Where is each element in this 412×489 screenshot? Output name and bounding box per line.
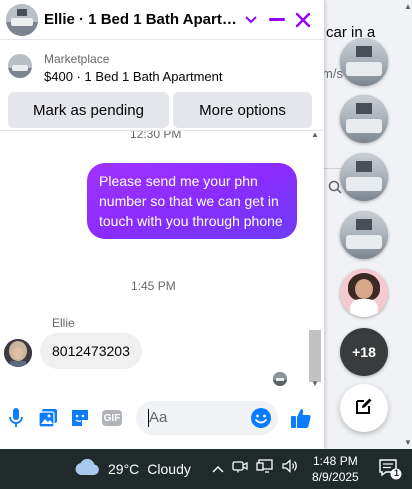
timestamp: 12:30 PM <box>130 130 182 141</box>
mark-as-pending-button[interactable]: Mark as pending <box>8 92 169 128</box>
page-scrollbar[interactable]: ▲ ▼ <box>403 0 412 449</box>
message-thread[interactable]: 12:30 PM Please send me your phn number … <box>0 130 324 388</box>
minimize-icon[interactable] <box>264 7 290 33</box>
seen-indicator-avatar <box>273 372 287 386</box>
message-composer: GIF Aa <box>0 396 324 440</box>
gif-label: GIF <box>102 410 122 426</box>
chat-head-person[interactable] <box>340 269 388 317</box>
chat-avatar[interactable] <box>6 3 38 36</box>
weather-widget[interactable]: 29°C Cloudy <box>74 458 191 479</box>
chat-head-listing-2[interactable] <box>340 95 388 143</box>
system-tray <box>212 459 298 476</box>
scroll-up-arrow-icon[interactable]: ▲ <box>311 130 319 139</box>
chat-head-listing-1[interactable] <box>340 38 388 86</box>
weather-temperature: 29°C <box>108 460 140 477</box>
scroll-down-arrow-icon[interactable]: ▼ <box>404 438 412 447</box>
message-input-placeholder: Aa <box>149 409 168 426</box>
thread-scrollbar[interactable]: ▲ ▼ <box>308 130 322 388</box>
clock-time: 1:48 PM <box>313 454 358 468</box>
compose-icon <box>354 396 374 421</box>
chat-head-listing-3[interactable] <box>340 153 388 201</box>
scrollbar-thumb[interactable] <box>309 330 321 382</box>
message-input[interactable]: Aa <box>136 401 278 435</box>
listing-title: $400 · 1 Bed 1 Bath Apartment <box>44 69 223 84</box>
clock[interactable]: 1:48 PM 8/9/2025 <box>312 453 359 485</box>
scroll-up-arrow-icon[interactable]: ▲ <box>404 2 412 11</box>
network-icon[interactable] <box>256 459 274 476</box>
more-chats-count: +18 <box>352 344 376 360</box>
camera-icon[interactable] <box>232 459 248 476</box>
sender-avatar[interactable] <box>4 339 32 367</box>
chat-window: Ellie · 1 Bed 1 Bath Apartm… Marketplace… <box>0 0 324 449</box>
outgoing-message[interactable]: Please send me your phn number so that w… <box>87 163 297 239</box>
chat-title[interactable]: Ellie · 1 Bed 1 Bath Apartm… <box>44 11 238 28</box>
incoming-message[interactable]: 8012473203 <box>40 333 142 369</box>
sender-name: Ellie <box>52 316 75 330</box>
gif-icon[interactable]: GIF <box>100 406 124 430</box>
taskbar: 29°C Cloudy 1:48 PM 8/9/2025 1 <box>0 449 412 489</box>
chevron-down-icon[interactable] <box>238 7 264 33</box>
listing-thumbnail <box>8 54 32 78</box>
new-message-button[interactable] <box>340 384 388 432</box>
clock-date: 8/9/2025 <box>312 470 359 484</box>
volume-icon[interactable] <box>282 459 298 476</box>
weather-condition: Cloudy <box>147 460 191 477</box>
chevron-up-icon[interactable] <box>212 460 224 476</box>
listing-label: Marketplace <box>44 52 110 66</box>
chat-head-listing-4[interactable] <box>340 211 388 259</box>
thumbs-up-icon[interactable] <box>289 406 313 430</box>
emoji-icon[interactable] <box>250 407 272 429</box>
more-chats-button[interactable]: +18 <box>340 328 388 376</box>
scroll-down-arrow-icon[interactable]: ▼ <box>311 379 319 388</box>
microphone-icon[interactable] <box>4 406 28 430</box>
chat-header[interactable]: Ellie · 1 Bed 1 Bath Apartm… <box>0 0 324 40</box>
more-options-button[interactable]: More options <box>173 92 312 128</box>
close-icon[interactable] <box>290 7 316 33</box>
notification-count: 1 <box>393 468 399 478</box>
sticker-icon[interactable] <box>68 406 92 430</box>
timestamp: 1:45 PM <box>131 279 176 293</box>
notification-center-icon[interactable]: 1 <box>378 458 402 480</box>
marketplace-listing[interactable]: Marketplace $400 · 1 Bed 1 Bath Apartmen… <box>0 40 324 88</box>
photo-icon[interactable] <box>36 406 60 430</box>
cloud-icon <box>74 458 100 479</box>
